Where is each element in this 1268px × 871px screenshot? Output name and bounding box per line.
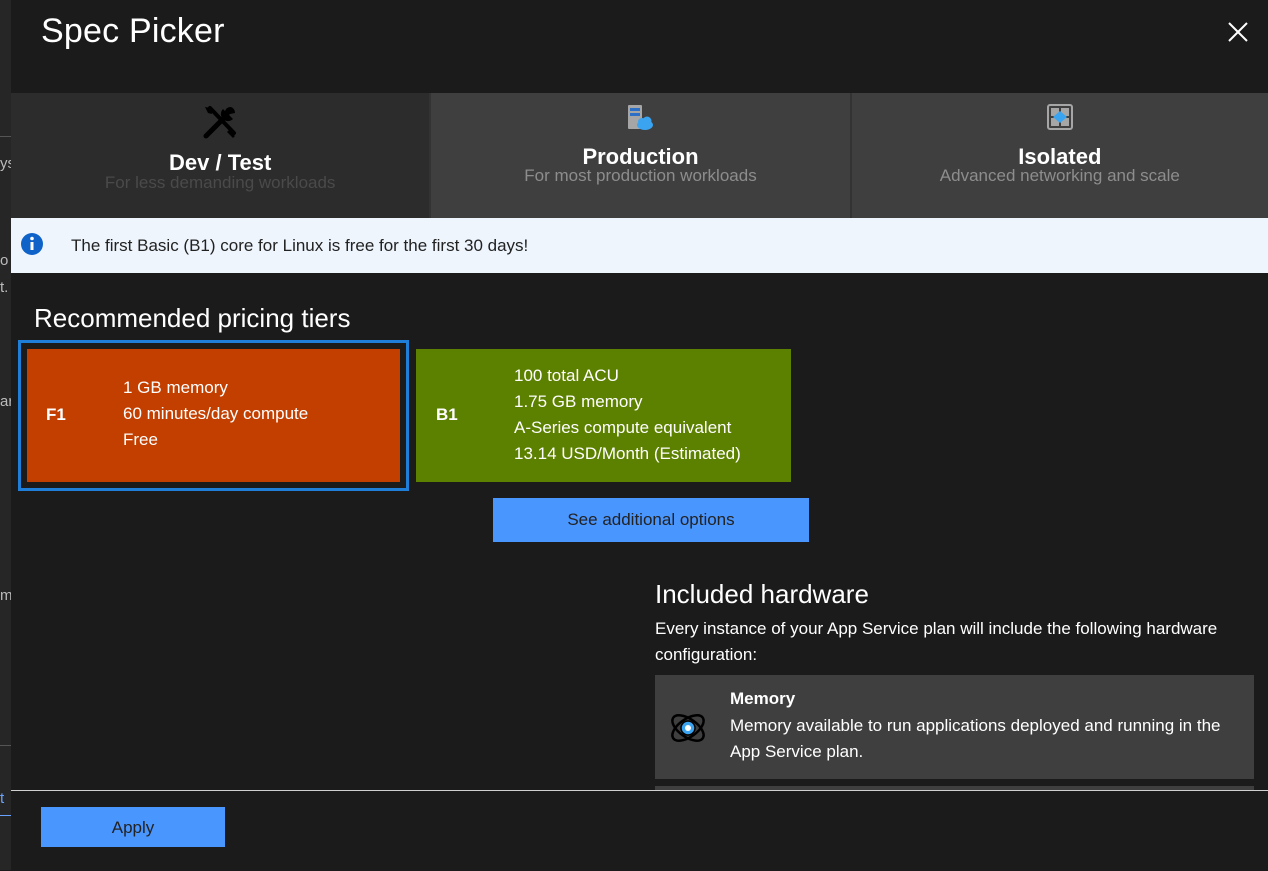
tier-detail-line: Free: [123, 430, 158, 449]
tab-isolated[interactable]: Isolated Advanced networking and scale: [849, 93, 1268, 218]
close-icon[interactable]: [1226, 20, 1250, 44]
info-banner: The first Basic (B1) core for Linux is f…: [11, 218, 1268, 273]
recommended-tiers-heading: Recommended pricing tiers: [34, 303, 351, 333]
tier-detail-line: 1.75 GB memory: [514, 392, 643, 411]
background-text-fragment: o: [0, 252, 9, 269]
page-title: Spec Picker: [41, 12, 225, 50]
background-text-fragment: ar: [0, 393, 11, 410]
tier-id: F1: [46, 405, 66, 424]
panel-header: Spec Picker: [11, 0, 1268, 93]
tab-dev-test[interactable]: Dev / Test For less demanding workloads: [11, 93, 430, 218]
spec-picker-panel: Spec Picker Dev / Test For less demandin…: [11, 0, 1268, 871]
tier-detail-line: A-Series compute equivalent: [514, 418, 732, 437]
tier-detail-line: 100 total ACU: [514, 366, 619, 385]
server-cloud-icon: [628, 105, 654, 130]
tier-details: 100 total ACU 1.75 GB memory A-Series co…: [514, 363, 741, 467]
hardware-item-memory: Memory Memory available to run applicati…: [655, 675, 1254, 779]
tier-detail-line: 60 minutes/day compute: [123, 404, 309, 423]
background-page-sliver: ys o t. ar m t: [0, 0, 11, 870]
tier-id: B1: [436, 405, 458, 424]
hardware-item-text: Memory available to run applications dep…: [730, 716, 1221, 761]
included-hardware-description: Every instance of your App Service plan …: [655, 619, 1218, 664]
pricing-tier-card-f1[interactable]: F1 1 GB memory 60 minutes/day compute Fr…: [27, 349, 400, 482]
background-divider: [0, 136, 11, 137]
tab-dev-test-subtitle: For less demanding workloads: [104, 173, 336, 192]
tier-detail-line: 13.14 USD/Month (Estimated): [514, 444, 741, 463]
background-text-fragment: m: [0, 587, 11, 604]
hardware-item-name: Memory: [730, 689, 796, 708]
workload-tabs: Dev / Test For less demanding workloads …: [11, 93, 1268, 218]
tier-details: 1 GB memory 60 minutes/day compute Free: [123, 375, 308, 453]
isolated-network-icon: [1046, 104, 1073, 130]
tab-production-subtitle: For most production workloads: [524, 166, 757, 185]
apply-button[interactable]: Apply: [41, 807, 225, 847]
included-hardware-heading: Included hardware: [655, 579, 869, 609]
background-text-fragment: t: [0, 790, 5, 807]
background-text-fragment: ys: [0, 155, 11, 172]
see-additional-options-button[interactable]: See additional options: [493, 498, 809, 542]
tab-production[interactable]: Production For most production workloads: [429, 93, 850, 218]
pricing-tier-card-b1[interactable]: B1 100 total ACU 1.75 GB memory A-Series…: [416, 349, 791, 482]
background-divider: [0, 745, 11, 746]
tier-detail-line: 1 GB memory: [123, 378, 228, 397]
background-text-fragment: t.: [0, 279, 9, 296]
info-banner-message: The first Basic (B1) core for Linux is f…: [71, 236, 529, 255]
background-divider: [0, 815, 11, 816]
tools-icon: [203, 106, 237, 139]
info-icon: [21, 233, 43, 255]
tab-isolated-subtitle: Advanced networking and scale: [939, 166, 1180, 185]
panel-footer: Apply: [11, 790, 1268, 871]
memory-icon: [671, 714, 705, 742]
